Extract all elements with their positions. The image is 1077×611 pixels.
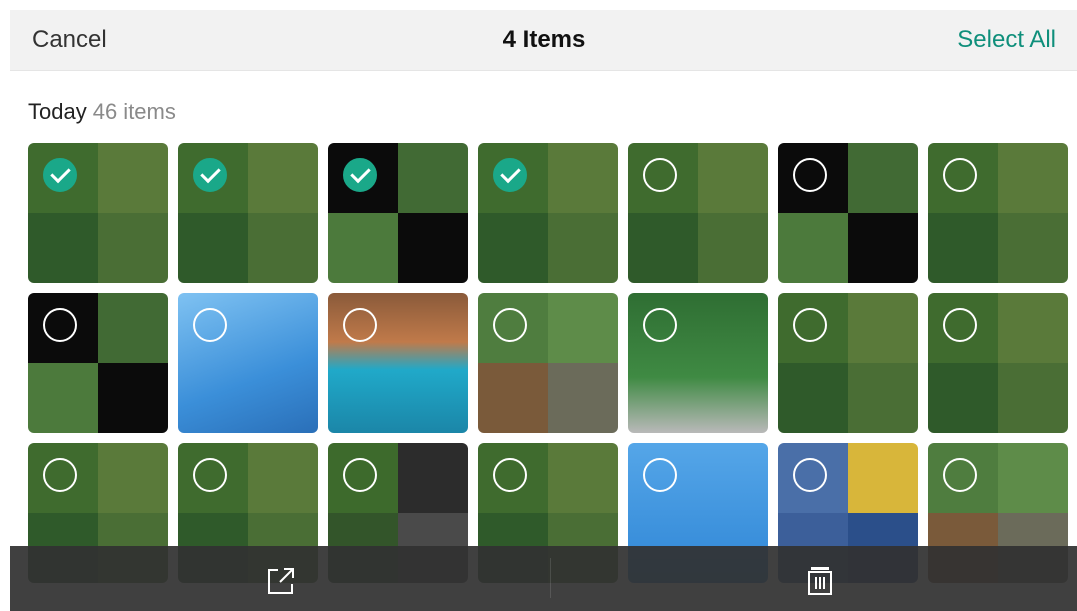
photo-segment — [328, 213, 398, 283]
photo-tile[interactable] — [628, 293, 768, 433]
photo-segment — [778, 213, 848, 283]
photo-segment — [548, 363, 618, 433]
unselected-circle-icon[interactable] — [943, 158, 977, 192]
unselected-circle-icon[interactable] — [793, 458, 827, 492]
photo-segment — [698, 143, 768, 213]
photo-segment — [928, 363, 998, 433]
photo-tile[interactable] — [328, 143, 468, 283]
unselected-circle-icon[interactable] — [43, 458, 77, 492]
photo-segment — [98, 443, 168, 513]
trash-icon[interactable] — [803, 563, 837, 597]
photo-segment — [28, 363, 98, 433]
selected-check-icon[interactable] — [193, 158, 227, 192]
bottom-action-bar — [10, 546, 1077, 611]
photo-tile[interactable] — [478, 143, 618, 283]
select-all-button[interactable]: Select All — [957, 26, 1056, 54]
share-icon[interactable] — [264, 564, 298, 598]
unselected-circle-icon[interactable] — [193, 458, 227, 492]
photo-segment — [628, 213, 698, 283]
selection-count-title: 4 Items — [502, 26, 586, 53]
unselected-circle-icon[interactable] — [943, 458, 977, 492]
unselected-circle-icon[interactable] — [793, 308, 827, 342]
selected-check-icon[interactable] — [343, 158, 377, 192]
unselected-circle-icon[interactable] — [343, 308, 377, 342]
photo-tile[interactable] — [928, 293, 1068, 433]
photo-segment — [478, 213, 548, 283]
photo-tile[interactable] — [178, 293, 318, 433]
unselected-circle-icon[interactable] — [493, 308, 527, 342]
photo-segment — [998, 363, 1068, 433]
unselected-circle-icon[interactable] — [643, 158, 677, 192]
photo-segment — [998, 143, 1068, 213]
photo-segment — [848, 213, 918, 283]
photo-tile[interactable] — [328, 293, 468, 433]
photo-tile[interactable] — [778, 293, 918, 433]
photo-tile[interactable] — [778, 143, 918, 283]
photo-segment — [548, 213, 618, 283]
section-count: 46 items — [92, 99, 176, 124]
section-label: Today — [28, 99, 87, 124]
divider — [550, 558, 551, 598]
unselected-circle-icon[interactable] — [793, 158, 827, 192]
photo-segment — [698, 213, 768, 283]
photo-segment — [98, 293, 168, 363]
photo-segment — [998, 443, 1068, 513]
selected-check-icon[interactable] — [493, 158, 527, 192]
photo-segment — [998, 213, 1068, 283]
photo-segment — [848, 143, 918, 213]
photo-segment — [478, 363, 548, 433]
photo-segment — [28, 213, 98, 283]
photo-segment — [248, 143, 318, 213]
photo-segment — [548, 293, 618, 363]
selected-check-icon[interactable] — [43, 158, 77, 192]
unselected-circle-icon[interactable] — [643, 458, 677, 492]
section-header: Today 46 items — [28, 99, 176, 125]
unselected-circle-icon[interactable] — [943, 308, 977, 342]
photo-segment — [928, 213, 998, 283]
photo-segment — [848, 293, 918, 363]
photo-tile[interactable] — [28, 293, 168, 433]
photo-segment — [548, 443, 618, 513]
unselected-circle-icon[interactable] — [493, 458, 527, 492]
photo-tile[interactable] — [178, 143, 318, 283]
photo-segment — [548, 143, 618, 213]
photo-tile[interactable] — [928, 143, 1068, 283]
top-bar: Cancel 4 Items Select All — [10, 10, 1077, 71]
photo-segment — [248, 213, 318, 283]
photo-segment — [398, 443, 468, 513]
photo-tile[interactable] — [628, 143, 768, 283]
photo-segment — [398, 213, 468, 283]
photo-segment — [178, 213, 248, 283]
photo-segment — [98, 143, 168, 213]
photo-segment — [778, 363, 848, 433]
unselected-circle-icon[interactable] — [43, 308, 77, 342]
photo-tile[interactable] — [478, 293, 618, 433]
photo-segment — [98, 363, 168, 433]
photo-segment — [998, 293, 1068, 363]
photo-tile[interactable] — [28, 143, 168, 283]
photo-segment — [848, 443, 918, 513]
photo-segment — [248, 443, 318, 513]
photo-segment — [848, 363, 918, 433]
unselected-circle-icon[interactable] — [193, 308, 227, 342]
photo-segment — [398, 143, 468, 213]
unselected-circle-icon[interactable] — [343, 458, 377, 492]
unselected-circle-icon[interactable] — [643, 308, 677, 342]
photo-segment — [98, 213, 168, 283]
